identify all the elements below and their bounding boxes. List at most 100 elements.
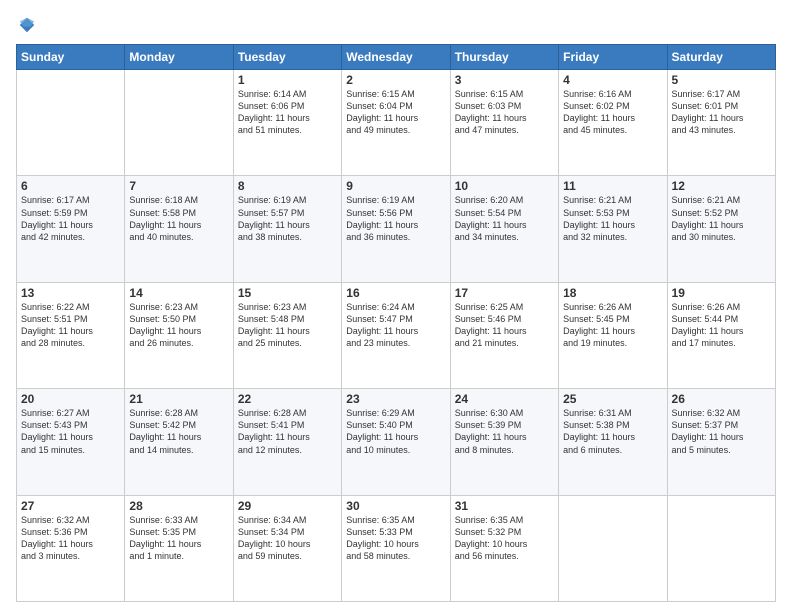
weekday-header: Wednesday bbox=[342, 45, 450, 70]
day-number: 11 bbox=[563, 179, 662, 193]
day-info: Sunrise: 6:28 AM Sunset: 5:41 PM Dayligh… bbox=[238, 407, 337, 456]
calendar-cell: 17Sunrise: 6:25 AM Sunset: 5:46 PM Dayli… bbox=[450, 282, 558, 388]
calendar-week-row: 13Sunrise: 6:22 AM Sunset: 5:51 PM Dayli… bbox=[17, 282, 776, 388]
day-info: Sunrise: 6:15 AM Sunset: 6:04 PM Dayligh… bbox=[346, 88, 445, 137]
day-info: Sunrise: 6:29 AM Sunset: 5:40 PM Dayligh… bbox=[346, 407, 445, 456]
calendar-cell: 20Sunrise: 6:27 AM Sunset: 5:43 PM Dayli… bbox=[17, 389, 125, 495]
calendar-cell: 12Sunrise: 6:21 AM Sunset: 5:52 PM Dayli… bbox=[667, 176, 775, 282]
day-number: 7 bbox=[129, 179, 228, 193]
calendar-cell: 11Sunrise: 6:21 AM Sunset: 5:53 PM Dayli… bbox=[559, 176, 667, 282]
header bbox=[16, 16, 776, 34]
day-info: Sunrise: 6:25 AM Sunset: 5:46 PM Dayligh… bbox=[455, 301, 554, 350]
day-number: 8 bbox=[238, 179, 337, 193]
calendar-cell: 7Sunrise: 6:18 AM Sunset: 5:58 PM Daylig… bbox=[125, 176, 233, 282]
calendar-cell: 28Sunrise: 6:33 AM Sunset: 5:35 PM Dayli… bbox=[125, 495, 233, 601]
logo-icon bbox=[18, 16, 36, 34]
day-info: Sunrise: 6:23 AM Sunset: 5:48 PM Dayligh… bbox=[238, 301, 337, 350]
day-info: Sunrise: 6:26 AM Sunset: 5:45 PM Dayligh… bbox=[563, 301, 662, 350]
day-info: Sunrise: 6:17 AM Sunset: 5:59 PM Dayligh… bbox=[21, 194, 120, 243]
calendar-cell: 16Sunrise: 6:24 AM Sunset: 5:47 PM Dayli… bbox=[342, 282, 450, 388]
calendar-cell: 13Sunrise: 6:22 AM Sunset: 5:51 PM Dayli… bbox=[17, 282, 125, 388]
day-info: Sunrise: 6:23 AM Sunset: 5:50 PM Dayligh… bbox=[129, 301, 228, 350]
calendar-cell: 4Sunrise: 6:16 AM Sunset: 6:02 PM Daylig… bbox=[559, 70, 667, 176]
day-number: 2 bbox=[346, 73, 445, 87]
calendar-cell: 19Sunrise: 6:26 AM Sunset: 5:44 PM Dayli… bbox=[667, 282, 775, 388]
day-number: 19 bbox=[672, 286, 771, 300]
calendar-week-row: 1Sunrise: 6:14 AM Sunset: 6:06 PM Daylig… bbox=[17, 70, 776, 176]
weekday-header: Saturday bbox=[667, 45, 775, 70]
day-number: 21 bbox=[129, 392, 228, 406]
weekday-header: Tuesday bbox=[233, 45, 341, 70]
day-info: Sunrise: 6:30 AM Sunset: 5:39 PM Dayligh… bbox=[455, 407, 554, 456]
day-number: 15 bbox=[238, 286, 337, 300]
calendar-cell: 18Sunrise: 6:26 AM Sunset: 5:45 PM Dayli… bbox=[559, 282, 667, 388]
day-number: 17 bbox=[455, 286, 554, 300]
day-info: Sunrise: 6:33 AM Sunset: 5:35 PM Dayligh… bbox=[129, 514, 228, 563]
day-number: 12 bbox=[672, 179, 771, 193]
calendar-cell: 31Sunrise: 6:35 AM Sunset: 5:32 PM Dayli… bbox=[450, 495, 558, 601]
calendar-cell: 10Sunrise: 6:20 AM Sunset: 5:54 PM Dayli… bbox=[450, 176, 558, 282]
day-info: Sunrise: 6:14 AM Sunset: 6:06 PM Dayligh… bbox=[238, 88, 337, 137]
day-number: 6 bbox=[21, 179, 120, 193]
calendar-cell: 9Sunrise: 6:19 AM Sunset: 5:56 PM Daylig… bbox=[342, 176, 450, 282]
weekday-header: Sunday bbox=[17, 45, 125, 70]
day-info: Sunrise: 6:15 AM Sunset: 6:03 PM Dayligh… bbox=[455, 88, 554, 137]
calendar-cell: 27Sunrise: 6:32 AM Sunset: 5:36 PM Dayli… bbox=[17, 495, 125, 601]
calendar-week-row: 6Sunrise: 6:17 AM Sunset: 5:59 PM Daylig… bbox=[17, 176, 776, 282]
calendar-cell: 23Sunrise: 6:29 AM Sunset: 5:40 PM Dayli… bbox=[342, 389, 450, 495]
day-info: Sunrise: 6:21 AM Sunset: 5:52 PM Dayligh… bbox=[672, 194, 771, 243]
day-number: 3 bbox=[455, 73, 554, 87]
calendar-cell: 26Sunrise: 6:32 AM Sunset: 5:37 PM Dayli… bbox=[667, 389, 775, 495]
day-number: 18 bbox=[563, 286, 662, 300]
day-info: Sunrise: 6:19 AM Sunset: 5:56 PM Dayligh… bbox=[346, 194, 445, 243]
calendar-header-row: SundayMondayTuesdayWednesdayThursdayFrid… bbox=[17, 45, 776, 70]
day-number: 13 bbox=[21, 286, 120, 300]
day-number: 26 bbox=[672, 392, 771, 406]
calendar-week-row: 20Sunrise: 6:27 AM Sunset: 5:43 PM Dayli… bbox=[17, 389, 776, 495]
calendar-cell: 2Sunrise: 6:15 AM Sunset: 6:04 PM Daylig… bbox=[342, 70, 450, 176]
calendar-cell: 29Sunrise: 6:34 AM Sunset: 5:34 PM Dayli… bbox=[233, 495, 341, 601]
calendar-cell bbox=[667, 495, 775, 601]
day-info: Sunrise: 6:26 AM Sunset: 5:44 PM Dayligh… bbox=[672, 301, 771, 350]
day-info: Sunrise: 6:32 AM Sunset: 5:37 PM Dayligh… bbox=[672, 407, 771, 456]
day-number: 29 bbox=[238, 499, 337, 513]
weekday-header: Thursday bbox=[450, 45, 558, 70]
calendar-week-row: 27Sunrise: 6:32 AM Sunset: 5:36 PM Dayli… bbox=[17, 495, 776, 601]
day-info: Sunrise: 6:22 AM Sunset: 5:51 PM Dayligh… bbox=[21, 301, 120, 350]
day-number: 10 bbox=[455, 179, 554, 193]
day-number: 16 bbox=[346, 286, 445, 300]
day-number: 4 bbox=[563, 73, 662, 87]
day-info: Sunrise: 6:35 AM Sunset: 5:32 PM Dayligh… bbox=[455, 514, 554, 563]
day-number: 14 bbox=[129, 286, 228, 300]
calendar-cell: 3Sunrise: 6:15 AM Sunset: 6:03 PM Daylig… bbox=[450, 70, 558, 176]
day-number: 9 bbox=[346, 179, 445, 193]
day-info: Sunrise: 6:16 AM Sunset: 6:02 PM Dayligh… bbox=[563, 88, 662, 137]
calendar-cell: 21Sunrise: 6:28 AM Sunset: 5:42 PM Dayli… bbox=[125, 389, 233, 495]
day-number: 31 bbox=[455, 499, 554, 513]
day-number: 24 bbox=[455, 392, 554, 406]
day-number: 30 bbox=[346, 499, 445, 513]
calendar-cell: 14Sunrise: 6:23 AM Sunset: 5:50 PM Dayli… bbox=[125, 282, 233, 388]
day-number: 20 bbox=[21, 392, 120, 406]
day-info: Sunrise: 6:21 AM Sunset: 5:53 PM Dayligh… bbox=[563, 194, 662, 243]
day-info: Sunrise: 6:17 AM Sunset: 6:01 PM Dayligh… bbox=[672, 88, 771, 137]
day-info: Sunrise: 6:24 AM Sunset: 5:47 PM Dayligh… bbox=[346, 301, 445, 350]
calendar-cell: 1Sunrise: 6:14 AM Sunset: 6:06 PM Daylig… bbox=[233, 70, 341, 176]
day-info: Sunrise: 6:31 AM Sunset: 5:38 PM Dayligh… bbox=[563, 407, 662, 456]
calendar-cell: 24Sunrise: 6:30 AM Sunset: 5:39 PM Dayli… bbox=[450, 389, 558, 495]
logo bbox=[16, 16, 36, 34]
calendar-cell bbox=[125, 70, 233, 176]
weekday-header: Friday bbox=[559, 45, 667, 70]
calendar-table: SundayMondayTuesdayWednesdayThursdayFrid… bbox=[16, 44, 776, 602]
day-info: Sunrise: 6:32 AM Sunset: 5:36 PM Dayligh… bbox=[21, 514, 120, 563]
calendar-cell bbox=[559, 495, 667, 601]
day-number: 28 bbox=[129, 499, 228, 513]
day-number: 5 bbox=[672, 73, 771, 87]
calendar-cell bbox=[17, 70, 125, 176]
day-info: Sunrise: 6:28 AM Sunset: 5:42 PM Dayligh… bbox=[129, 407, 228, 456]
day-number: 23 bbox=[346, 392, 445, 406]
weekday-header: Monday bbox=[125, 45, 233, 70]
day-number: 22 bbox=[238, 392, 337, 406]
calendar-cell: 5Sunrise: 6:17 AM Sunset: 6:01 PM Daylig… bbox=[667, 70, 775, 176]
calendar-cell: 30Sunrise: 6:35 AM Sunset: 5:33 PM Dayli… bbox=[342, 495, 450, 601]
